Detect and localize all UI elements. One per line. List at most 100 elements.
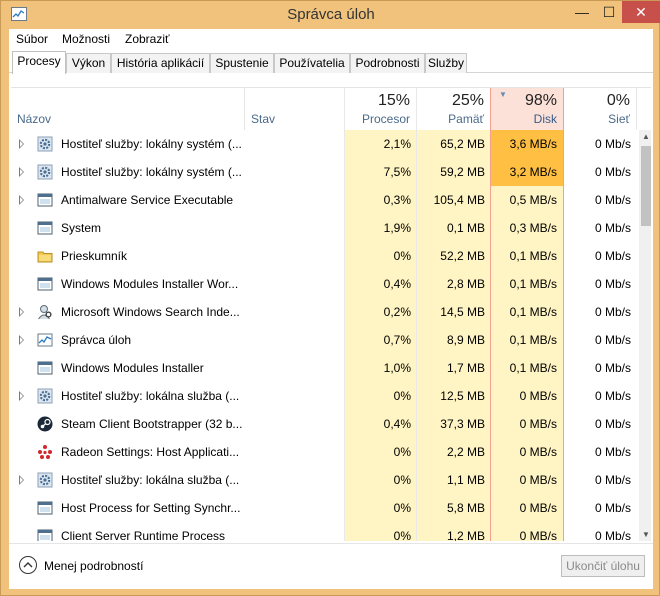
- radeon-icon: [37, 444, 53, 460]
- header-memory-pct: 25%: [451, 92, 484, 109]
- disk-cell: 0,1 MB/s: [509, 305, 557, 319]
- table-row[interactable]: Prieskumník 0% 52,2 MB 0,1 MB/s 0 Mb/s: [11, 242, 637, 270]
- window-app-icon: [37, 500, 53, 516]
- table-row[interactable]: Hostiteľ služby: lokálny systém (... 2,1%…: [11, 130, 637, 158]
- network-cell: 0 Mb/s: [594, 193, 631, 207]
- table-row[interactable]: Microsoft Windows Search Inde... 0,2% 14,5…: [11, 298, 637, 326]
- disk-cell: 3,6 MB/s: [491, 130, 563, 158]
- table-row[interactable]: Windows Modules Installer Wor... 0,4% 2,8 …: [11, 270, 637, 298]
- process-name: Steam Client Bootstrapper (32 b...: [61, 417, 243, 431]
- memory-cell: 59,2 MB: [440, 165, 485, 179]
- menu-options[interactable]: Možnosti: [62, 32, 110, 46]
- header-status[interactable]: Stav: [245, 88, 345, 130]
- expand-arrow-icon[interactable]: [19, 307, 24, 317]
- expand-arrow-icon[interactable]: [19, 167, 24, 177]
- disk-cell: 0,3 MB/s: [509, 221, 557, 235]
- cpu-cell: 0%: [393, 249, 411, 263]
- cpu-cell: 0,2%: [383, 305, 411, 319]
- network-cell: 0 Mb/s: [594, 249, 631, 263]
- expand-arrow-icon[interactable]: [19, 475, 24, 485]
- cpu-cell: 7,5%: [383, 165, 411, 179]
- table-row[interactable]: Hostiteľ služby: lokálna služba (... 0% 12…: [11, 382, 637, 410]
- tab-services[interactable]: Služby: [425, 53, 467, 73]
- memory-cell: 2,2 MB: [446, 445, 485, 459]
- network-cell: 0 Mb/s: [594, 221, 631, 235]
- cpu-cell: 0%: [393, 445, 411, 459]
- disk-cell: 0 MB/s: [519, 473, 557, 487]
- tab-app-history[interactable]: História aplikácií: [111, 53, 210, 73]
- table-row[interactable]: Hostiteľ služby: lokálna služba (... 0% 1,…: [11, 466, 637, 494]
- cpu-cell: 2,1%: [383, 137, 411, 151]
- table-row[interactable]: Antimalware Service Executable 0,3% 105,4 …: [11, 186, 637, 214]
- minimize-button[interactable]: —: [568, 1, 596, 23]
- network-cell: 0 Mb/s: [594, 501, 631, 515]
- expand-arrow-icon[interactable]: [19, 139, 24, 149]
- memory-cell: 1,1 MB: [446, 473, 485, 487]
- tab-details[interactable]: Podrobnosti: [350, 53, 425, 73]
- table-row[interactable]: Host Process for Setting Synchr... 0% 5,8 …: [11, 494, 637, 522]
- menu-view[interactable]: Zobraziť: [125, 32, 170, 46]
- cpu-cell: 1,0%: [383, 361, 411, 375]
- tab-processes[interactable]: Procesy: [12, 51, 66, 74]
- memory-cell: 8,9 MB: [446, 333, 485, 347]
- network-cell: 0 Mb/s: [594, 529, 631, 541]
- tab-users[interactable]: Používatelia: [274, 53, 350, 73]
- fewer-details-link[interactable]: Menej podrobností: [44, 559, 143, 573]
- task-manager-icon: [37, 332, 53, 348]
- header-network[interactable]: 0% Sieť: [563, 88, 637, 130]
- disk-cell: 0,1 MB/s: [509, 333, 557, 347]
- title-bar[interactable]: Správca úloh — ☐ ✕: [1, 1, 660, 29]
- process-name: System: [61, 221, 102, 235]
- process-name: Prieskumník: [61, 249, 128, 263]
- table-row[interactable]: Steam Client Bootstrapper (32 b... 0,4% 37…: [11, 410, 637, 438]
- table-row[interactable]: System 1,9% 0,1 MB 0,3 MB/s 0 Mb/s: [11, 214, 637, 242]
- tab-performance[interactable]: Výkon: [66, 53, 111, 73]
- table-row[interactable]: Radeon Settings: Host Applicati... 0% 2,2 …: [11, 438, 637, 466]
- maximize-button[interactable]: ☐: [596, 1, 622, 23]
- table-row[interactable]: Client Server Runtime Process 0% 1,2 MB 0 M…: [11, 522, 637, 541]
- window-app-icon: [37, 276, 53, 292]
- expand-arrow-icon[interactable]: [19, 195, 24, 205]
- tab-strip: Procesy Výkon História aplikácií Spusten…: [9, 51, 653, 74]
- disk-cell: 0,1 MB/s: [509, 249, 557, 263]
- menu-file[interactable]: Súbor: [16, 32, 48, 46]
- expand-arrow-icon[interactable]: [19, 391, 24, 401]
- menu-bar: Súbor Možnosti Zobraziť: [9, 29, 653, 49]
- memory-cell: 105,4 MB: [433, 193, 485, 207]
- header-network-pct: 0%: [606, 92, 630, 109]
- tab-startup[interactable]: Spustenie: [210, 53, 274, 73]
- end-task-button[interactable]: Ukončiť úlohu: [561, 555, 645, 577]
- expand-arrow-icon[interactable]: [19, 335, 24, 345]
- scroll-thumb[interactable]: [641, 146, 651, 226]
- header-name-label: Názov: [17, 112, 52, 126]
- disk-cell: 0 MB/s: [519, 417, 557, 431]
- vertical-scrollbar[interactable]: ▲ ▼: [639, 130, 651, 541]
- fewer-details-icon[interactable]: [19, 556, 37, 574]
- process-table: Názov Stav 15% Procesor 25% Pamäť ▼ 98% …: [11, 87, 651, 541]
- header-memory[interactable]: 25% Pamäť: [417, 88, 491, 130]
- network-cell: 0 Mb/s: [594, 417, 631, 431]
- table-row[interactable]: Správca úloh 0,7% 8,9 MB 0,1 MB/s 0 Mb/s: [11, 326, 637, 354]
- network-cell: 0 Mb/s: [594, 165, 631, 179]
- header-cpu[interactable]: 15% Procesor: [345, 88, 417, 130]
- cpu-cell: 0%: [393, 529, 411, 541]
- disk-cell: 0 MB/s: [519, 529, 557, 541]
- network-cell: 0 Mb/s: [594, 305, 631, 319]
- memory-cell: 2,8 MB: [446, 277, 485, 291]
- window-title: Správca úloh: [287, 6, 375, 23]
- window-app-icon: [37, 360, 53, 376]
- table-row[interactable]: Hostiteľ služby: lokálny systém (... 7,5%…: [11, 158, 637, 186]
- gear-service-icon: [37, 164, 53, 180]
- close-button[interactable]: ✕: [622, 1, 660, 23]
- scroll-up-icon[interactable]: ▲: [639, 130, 651, 144]
- header-disk[interactable]: ▼ 98% Disk: [491, 88, 563, 130]
- table-row[interactable]: Windows Modules Installer 1,0% 1,7 MB 0,1 M…: [11, 354, 637, 382]
- network-cell: 0 Mb/s: [594, 361, 631, 375]
- header-network-label: Sieť: [608, 112, 630, 126]
- disk-cell: 3,2 MB/s: [491, 158, 563, 186]
- header-name[interactable]: Názov: [11, 88, 245, 130]
- memory-cell: 5,8 MB: [446, 501, 485, 515]
- gear-service-icon: [37, 472, 53, 488]
- scroll-down-icon[interactable]: ▼: [639, 528, 651, 541]
- header-memory-label: Pamäť: [448, 112, 484, 126]
